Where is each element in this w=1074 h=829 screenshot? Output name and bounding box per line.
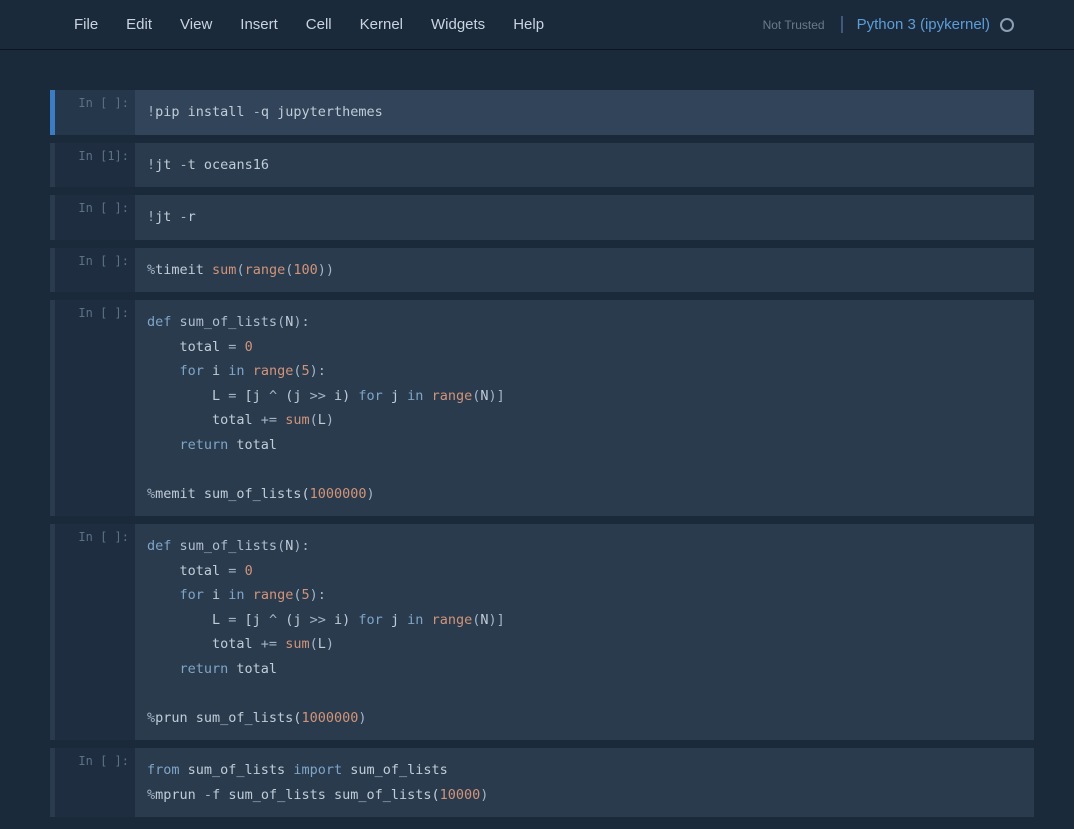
input-prompt: In [ ]: xyxy=(55,300,135,516)
code-cell[interactable]: In [ ]:!pip install -q jupyterthemes xyxy=(50,90,1034,135)
code-cell[interactable]: In [ ]:from sum_of_lists import sum_of_l… xyxy=(50,748,1034,817)
menu-view[interactable]: View xyxy=(166,10,226,39)
code-editor[interactable]: %timeit sum(range(100)) xyxy=(135,248,1034,293)
code-editor[interactable]: !jt -t oceans16 xyxy=(135,143,1034,188)
input-prompt: In [ ]: xyxy=(55,248,135,293)
kernel-name[interactable]: Python 3 (ipykernel) xyxy=(857,16,990,33)
code-editor[interactable]: !pip install -q jupyterthemes xyxy=(135,90,1034,135)
notebook-area: In [ ]:!pip install -q jupyterthemesIn [… xyxy=(0,50,1074,817)
menu-kernel[interactable]: Kernel xyxy=(346,10,417,39)
code-editor[interactable]: !jt -r xyxy=(135,195,1034,240)
code-cell[interactable]: In [1]:!jt -t oceans16 xyxy=(50,143,1034,188)
menubar: File Edit View Insert Cell Kernel Widget… xyxy=(0,0,1074,50)
not-trusted-label[interactable]: Not Trusted xyxy=(763,18,833,32)
input-prompt: In [ ]: xyxy=(55,748,135,817)
kernel-idle-icon[interactable] xyxy=(1000,18,1014,32)
menu-insert[interactable]: Insert xyxy=(226,10,292,39)
code-editor[interactable]: def sum_of_lists(N): total = 0 for i in … xyxy=(135,524,1034,740)
code-cell[interactable]: In [ ]:def sum_of_lists(N): total = 0 fo… xyxy=(50,524,1034,740)
input-prompt: In [1]: xyxy=(55,143,135,188)
code-cell[interactable]: In [ ]:%timeit sum(range(100)) xyxy=(50,248,1034,293)
input-prompt: In [ ]: xyxy=(55,195,135,240)
input-prompt: In [ ]: xyxy=(55,90,135,135)
input-prompt: In [ ]: xyxy=(55,524,135,740)
menu-file[interactable]: File xyxy=(60,10,112,39)
menu-widgets[interactable]: Widgets xyxy=(417,10,499,39)
menu-cell[interactable]: Cell xyxy=(292,10,346,39)
kernel-info-wrap: Python 3 (ipykernel) xyxy=(841,16,1014,33)
menu-edit[interactable]: Edit xyxy=(112,10,166,39)
code-cell[interactable]: In [ ]:def sum_of_lists(N): total = 0 fo… xyxy=(50,300,1034,516)
code-editor[interactable]: from sum_of_lists import sum_of_lists %m… xyxy=(135,748,1034,817)
menu-help[interactable]: Help xyxy=(499,10,558,39)
code-cell[interactable]: In [ ]:!jt -r xyxy=(50,195,1034,240)
code-editor[interactable]: def sum_of_lists(N): total = 0 for i in … xyxy=(135,300,1034,516)
